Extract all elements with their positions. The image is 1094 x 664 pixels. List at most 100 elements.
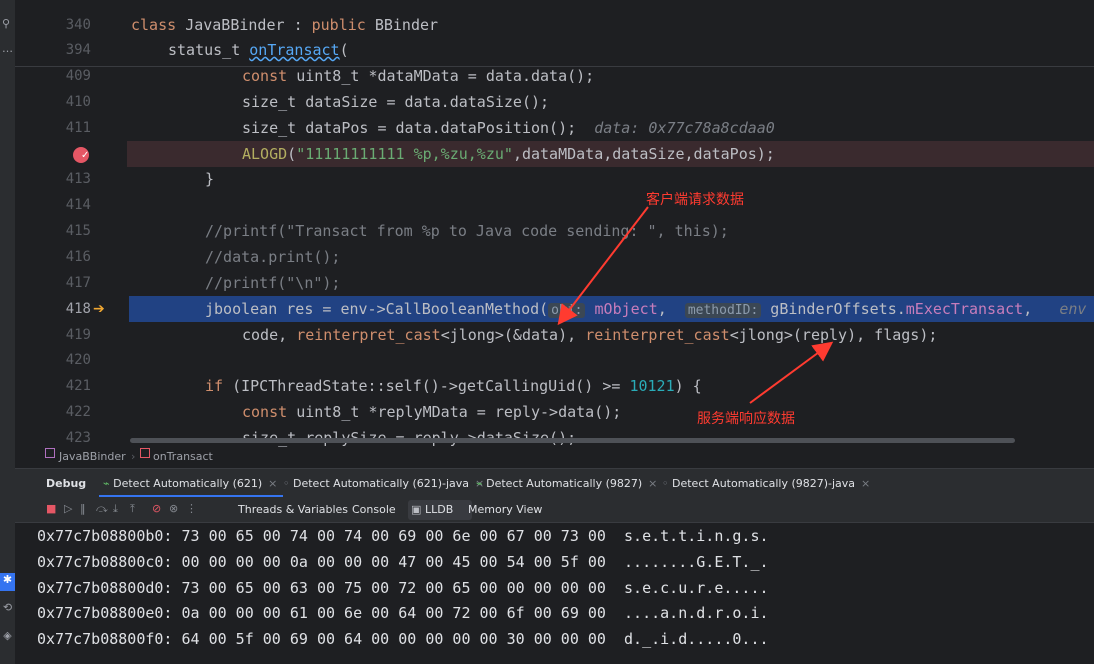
memory-address: 0x77c7b08800b0: [37, 527, 173, 545]
code-line[interactable]: 414 [15, 192, 1094, 218]
step-over-icon[interactable]: ⤼ [96, 502, 108, 516]
breadcrumb-class[interactable]: JavaBBinder [59, 448, 126, 466]
line-number: 410 [65, 93, 91, 110]
code-token: status_t [168, 41, 250, 59]
tab-label: Detect Automatically (621)-java [293, 477, 470, 490]
code-token: reinterpret_cast [585, 325, 730, 344]
code-line[interactable]: 423 size_t replySize = reply->dataSize(); [15, 425, 1094, 448]
debug-process-icon: ⌁ [103, 477, 114, 490]
breadcrumb-method[interactable]: onTransact [153, 448, 213, 466]
tab-threads-variables[interactable]: Threads & Variables [238, 498, 348, 522]
memory-row: 0x77c7b08800e0: 0a 00 00 00 61 00 6e 00 … [37, 600, 769, 626]
code-line[interactable]: 421 if (IPCThreadState::self()->getCallin… [15, 373, 1094, 399]
line-number: 413 [65, 171, 91, 188]
code-line[interactable]: 416 //data.print(); [15, 244, 1094, 270]
memory-address: 0x77c7b08800e0: [37, 604, 173, 623]
tab-lldb[interactable]: LLDB [425, 498, 453, 522]
close-icon[interactable]: × [648, 477, 657, 490]
more-options-icon[interactable]: ⋮ [186, 502, 197, 515]
code-token: *replyMData = reply->data(); [368, 403, 622, 422]
code-line[interactable]: 415 //printf("Transact from %p to Java co… [15, 218, 1094, 244]
lldb-memory-output[interactable]: 0x77c7b08800b0: 73 00 65 00 74 00 74 00 … [15, 523, 1094, 664]
code-text: size_t replySize = reply->dataSize(); [242, 425, 576, 448]
code-text: const uint8_t *replyMData = reply->data(… [242, 399, 621, 425]
memory-bytes: 00 00 00 00 0a 00 00 00 47 00 45 00 54 0… [172, 552, 606, 571]
java-process-icon: ◦ [283, 477, 293, 490]
more-icon[interactable]: … [2, 42, 13, 55]
code-token: //printf("Transact from %p to Java code … [205, 222, 729, 241]
code-line[interactable]: 394 status_t onTransact( [15, 37, 1094, 63]
line-number: 420 [65, 352, 91, 369]
left-tool-strip: ⚲ … ✱ ⟲ ◈ [0, 0, 15, 664]
tab-detect-9827-java[interactable]: ◦ Detect Automatically (9827)-java × [662, 469, 870, 498]
code-line[interactable]: 413} [15, 166, 1094, 192]
code-token: : [293, 16, 312, 34]
code-token: ( [287, 144, 297, 163]
view-breakpoints-icon[interactable]: ⊘ [152, 502, 161, 515]
line-number: 417 [65, 274, 91, 291]
vcs-icon[interactable]: ⟲ [0, 601, 15, 619]
code-token: env [1059, 299, 1087, 318]
step-into-icon[interactable]: ⤓ [113, 502, 118, 516]
code-token: if [205, 377, 233, 396]
java-process-icon: ◦ [662, 477, 672, 490]
tab-memory-view[interactable]: Memory View [468, 498, 542, 522]
code-token: const [242, 67, 297, 85]
code-token: *dataMData = data.data(); [368, 67, 595, 85]
debug-title: Debug [46, 477, 87, 490]
code-line[interactable]: 422 const uint8_t *replyMData = reply->da… [15, 399, 1094, 425]
debug-bug-icon[interactable]: ✱ [0, 573, 15, 591]
pause-icon[interactable]: ‖ [80, 502, 86, 515]
tab-detect-621-java[interactable]: ◦ Detect Automatically (621)-java × [283, 469, 484, 498]
line-number: 418 [65, 300, 91, 317]
code-token: <jlong>(reply), flags); [729, 325, 938, 344]
memory-ascii: s.e.t.t.i.n.g.s. [605, 527, 769, 545]
code-line[interactable]: 340 class JavaBBinder : public BBinder [15, 12, 1094, 38]
line-number: 394 [65, 42, 91, 58]
code-text: status_t onTransact( [168, 37, 349, 63]
tab-detect-9827[interactable]: ⌁ Detect Automatically (9827) × [476, 469, 657, 498]
sticky-separator [15, 66, 1094, 67]
debug-toolbar: ■ ▷ ‖ ⤼ ⤓ ⤒ ⊘ ⊗ ⋮ Threads & Variables Co… [15, 498, 1094, 523]
close-icon[interactable]: × [268, 477, 277, 490]
code-line[interactable]: 411 size_t dataPos = data.dataPosition();… [15, 115, 1094, 141]
lldb-icon: ▣ [411, 503, 422, 516]
tab-console[interactable]: Console [352, 498, 396, 522]
resume-icon[interactable]: ▷ [64, 502, 72, 515]
code-token: public [311, 16, 375, 34]
code-token: class [131, 16, 186, 34]
code-line[interactable]: 417 //printf("\n"); [15, 270, 1094, 296]
code-line[interactable]: 420 [15, 347, 1094, 373]
line-number: 421 [65, 378, 91, 395]
line-number: 340 [65, 17, 91, 33]
code-line[interactable]: ✓ ALOGD("11111111111 %p,%zu,%zu",dataMDat… [15, 140, 1094, 167]
tab-detect-621[interactable]: ⌁ Detect Automatically (621) × [103, 469, 277, 498]
parameter-hint: obj: [548, 302, 586, 318]
plugin-icon[interactable]: ◈ [0, 629, 15, 647]
code-token: uint8_t [296, 403, 369, 422]
code-token: const [242, 403, 297, 422]
step-out-icon[interactable]: ⤒ [130, 502, 135, 516]
code-text: //printf("\n"); [205, 270, 340, 296]
mute-breakpoints-icon[interactable]: ⊗ [169, 502, 178, 515]
code-token: BBinder [374, 16, 439, 34]
code-text: class JavaBBinder : public BBinder [131, 12, 438, 38]
memory-address: 0x77c7b08800f0: [37, 630, 173, 649]
code-text: size_t dataSize = data.dataSize(); [242, 89, 549, 115]
code-token: jboolean res = env->CallBooleanMethod( [205, 299, 549, 318]
code-editor[interactable]: 340 class JavaBBinder : public BBinder 394… [15, 8, 1094, 448]
structure-icon[interactable]: ⚲ [2, 17, 10, 30]
code-line[interactable]: 418 ➔ jboolean res = env->CallBooleanMetho… [15, 295, 1094, 322]
code-text: if (IPCThreadState::self()->getCallingUi… [205, 373, 702, 399]
code-token: reinterpret_cast [296, 325, 441, 344]
code-line[interactable]: 419 code, reinterpret_cast<jlong>(&data),… [15, 322, 1094, 348]
horizontal-scrollbar[interactable] [130, 438, 1015, 443]
stop-icon[interactable]: ■ [46, 502, 56, 515]
code-token: //printf("\n"); [205, 273, 341, 292]
tab-label: Detect Automatically (9827) [486, 477, 643, 490]
close-icon[interactable]: × [861, 477, 870, 490]
code-token: , [657, 299, 685, 318]
code-line[interactable]: 410 size_t dataSize = data.dataSize(); [15, 89, 1094, 115]
code-token: data: 0x77c78a8cdaa0 [576, 118, 775, 137]
server-response-label: 服务端响应数据 [697, 411, 795, 427]
